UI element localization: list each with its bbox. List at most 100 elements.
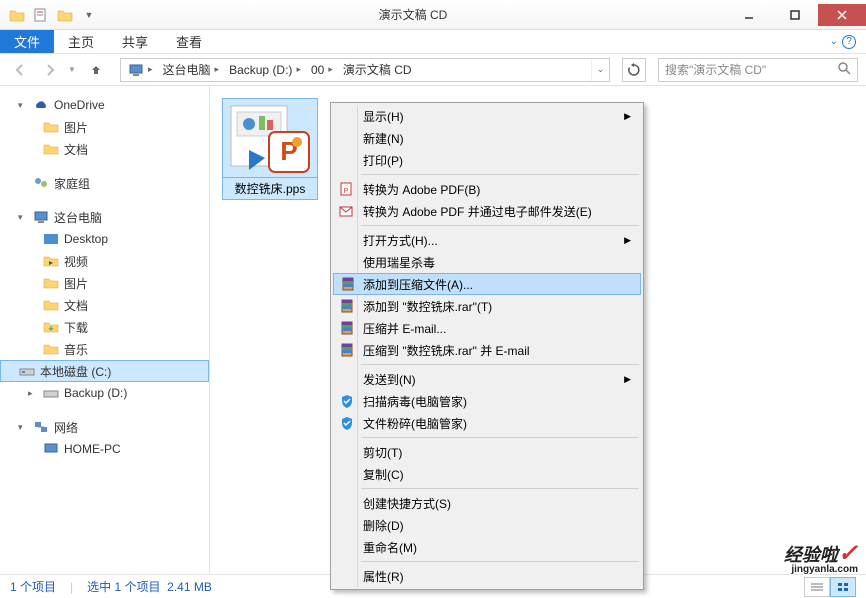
cloud-icon bbox=[32, 97, 50, 113]
nav-sidebar: ▾OneDrive 图片 文档 家庭组 ▾这台电脑 Desktop 视频 图片 … bbox=[0, 86, 210, 574]
context-menu-item[interactable]: 添加到压缩文件(A)... bbox=[333, 273, 641, 295]
menu-item-label: 发送到(N) bbox=[363, 371, 416, 388]
sidebar-item-local-disk-c[interactable]: 本地磁盘 (C:) bbox=[0, 360, 209, 382]
window-controls bbox=[726, 4, 866, 26]
breadcrumb-dropdown[interactable]: ⌄ bbox=[591, 59, 609, 81]
sidebar-item[interactable]: 图片 bbox=[0, 116, 209, 138]
context-menu-item[interactable]: 打印(P) bbox=[333, 149, 641, 171]
sidebar-item[interactable]: 音乐 bbox=[0, 338, 209, 360]
menu-item-label: 压缩并 E-mail... bbox=[363, 320, 446, 337]
context-menu-item[interactable]: 压缩并 E-mail... bbox=[333, 317, 641, 339]
up-button[interactable] bbox=[84, 58, 108, 82]
network-icon bbox=[32, 419, 50, 435]
properties-icon[interactable] bbox=[30, 4, 52, 26]
sidebar-item[interactable]: HOME-PC bbox=[0, 438, 209, 460]
maximize-button[interactable] bbox=[772, 4, 818, 26]
context-menu-item[interactable]: 删除(D) bbox=[333, 514, 641, 536]
context-menu-item[interactable]: 创建快捷方式(S) bbox=[333, 492, 641, 514]
icons-view-button[interactable] bbox=[830, 577, 856, 597]
titlebar: ▼ 演示文稿 CD bbox=[0, 0, 866, 30]
sidebar-item[interactable]: Desktop bbox=[0, 228, 209, 250]
sidebar-item-homegroup[interactable]: 家庭组 bbox=[0, 172, 209, 194]
context-menu-item[interactable]: 打开方式(H)...▶ bbox=[333, 229, 641, 251]
context-menu-item[interactable]: 添加到 "数控铣床.rar"(T) bbox=[333, 295, 641, 317]
minimize-button[interactable] bbox=[726, 4, 772, 26]
context-menu-item[interactable]: 压缩到 "数控铣床.rar" 并 E-mail bbox=[333, 339, 641, 361]
rar-icon bbox=[338, 319, 356, 337]
context-menu-item[interactable]: 新建(N) bbox=[333, 127, 641, 149]
submenu-arrow-icon: ▶ bbox=[624, 374, 631, 385]
tab-home[interactable]: 主页 bbox=[54, 30, 108, 53]
menu-separator bbox=[361, 364, 639, 365]
ribbon-expand-icon[interactable]: ⌄ bbox=[830, 36, 838, 47]
tab-file[interactable]: 文件 bbox=[0, 30, 54, 53]
tab-share[interactable]: 共享 bbox=[108, 30, 162, 53]
menu-item-label: 压缩到 "数控铣床.rar" 并 E-mail bbox=[363, 342, 530, 359]
context-menu-item[interactable]: 重命名(M) bbox=[333, 536, 641, 558]
sidebar-item[interactable]: 下载 bbox=[0, 316, 209, 338]
shield-icon bbox=[338, 414, 356, 432]
context-menu-item[interactable]: 属性(R) bbox=[333, 565, 641, 587]
context-menu-item[interactable]: 文件粉碎(电脑管家) bbox=[333, 412, 641, 434]
history-dropdown[interactable]: ▼ bbox=[68, 65, 78, 74]
pc-icon[interactable]: ▸ bbox=[125, 59, 160, 81]
forward-button[interactable] bbox=[38, 58, 62, 82]
rar-icon bbox=[338, 297, 356, 315]
drive-icon bbox=[42, 385, 60, 401]
sidebar-item-thispc[interactable]: ▾这台电脑 bbox=[0, 206, 209, 228]
context-menu-item[interactable]: P转换为 Adobe PDF(B) bbox=[333, 178, 641, 200]
menu-item-label: 文件粉碎(电脑管家) bbox=[363, 415, 467, 432]
crumb-item[interactable]: 00▸ bbox=[308, 59, 340, 81]
menu-separator bbox=[361, 488, 639, 489]
file-thumbnail: P bbox=[222, 98, 318, 178]
context-menu-item[interactable]: 发送到(N) ▶ bbox=[333, 368, 641, 390]
downloads-folder-icon bbox=[42, 319, 60, 335]
menu-separator bbox=[361, 225, 639, 226]
nav-toolbar: ▼ ▸ 这台电脑▸ Backup (D:)▸ 00▸ 演示文稿 CD ⌄ 搜索"… bbox=[0, 54, 866, 86]
sidebar-item[interactable]: 文档 bbox=[0, 294, 209, 316]
context-menu-item[interactable]: 复制(C) bbox=[333, 463, 641, 485]
sidebar-item-onedrive[interactable]: ▾OneDrive bbox=[0, 94, 209, 116]
submenu-arrow-icon: ▶ bbox=[624, 235, 631, 246]
back-button[interactable] bbox=[8, 58, 32, 82]
file-item[interactable]: P 数控铣床.pps bbox=[222, 98, 318, 200]
sidebar-item[interactable]: 文档 bbox=[0, 138, 209, 160]
help-icon[interactable]: ? bbox=[842, 35, 856, 49]
menu-item-label: 扫描病毒(电脑管家) bbox=[363, 393, 467, 410]
close-button[interactable] bbox=[818, 4, 866, 26]
crumb-item[interactable]: 这台电脑▸ bbox=[160, 59, 227, 81]
menu-item-label: 打印(P) bbox=[363, 152, 403, 169]
rar-icon bbox=[338, 341, 356, 359]
context-menu-item[interactable]: 扫描病毒(电脑管家) bbox=[333, 390, 641, 412]
pdf-mail-icon bbox=[338, 202, 356, 220]
search-placeholder: 搜索"演示文稿 CD" bbox=[665, 61, 766, 78]
context-menu-item[interactable]: 剪切(T) bbox=[333, 441, 641, 463]
context-menu-item[interactable]: 使用瑞星杀毒 bbox=[333, 251, 641, 273]
breadcrumb[interactable]: ▸ 这台电脑▸ Backup (D:)▸ 00▸ 演示文稿 CD ⌄ bbox=[120, 58, 610, 82]
chevron-down-icon[interactable]: ▼ bbox=[78, 4, 100, 26]
new-folder-icon[interactable] bbox=[54, 4, 76, 26]
search-input[interactable]: 搜索"演示文稿 CD" bbox=[658, 58, 858, 82]
crumb-item[interactable]: Backup (D:)▸ bbox=[226, 59, 308, 81]
details-view-button[interactable] bbox=[804, 577, 830, 597]
crumb-item[interactable]: 演示文稿 CD bbox=[340, 59, 415, 81]
menu-item-label: 使用瑞星杀毒 bbox=[363, 254, 435, 271]
sidebar-item[interactable]: 图片 bbox=[0, 272, 209, 294]
context-menu-item[interactable]: 转换为 Adobe PDF 并通过电子邮件发送(E) bbox=[333, 200, 641, 222]
search-icon[interactable] bbox=[837, 61, 851, 78]
tab-view[interactable]: 查看 bbox=[162, 30, 216, 53]
pc-icon bbox=[32, 209, 50, 225]
video-folder-icon bbox=[42, 253, 60, 269]
sidebar-item-backup-d[interactable]: ▸Backup (D:) bbox=[0, 382, 209, 404]
item-count: 1 个项目 bbox=[10, 578, 56, 595]
menu-item-label: 创建快捷方式(S) bbox=[363, 495, 451, 512]
menu-separator bbox=[361, 437, 639, 438]
context-menu-item[interactable]: 显示(H)▶ bbox=[333, 105, 641, 127]
computer-icon bbox=[42, 441, 60, 457]
shield-icon bbox=[338, 392, 356, 410]
refresh-button[interactable] bbox=[622, 58, 646, 82]
window-title: 演示文稿 CD bbox=[100, 6, 726, 23]
sidebar-item[interactable]: 视频 bbox=[0, 250, 209, 272]
sidebar-item-network[interactable]: ▾网络 bbox=[0, 416, 209, 438]
context-menu: 显示(H)▶新建(N) 打印(P) P转换为 Adobe PDF(B)转换为 Ado… bbox=[330, 102, 644, 590]
